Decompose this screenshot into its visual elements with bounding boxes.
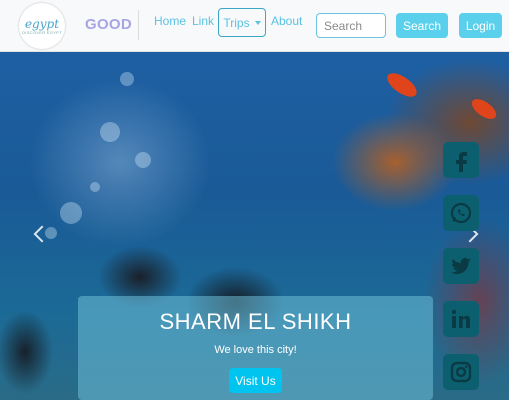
caret-down-icon	[254, 20, 261, 25]
hero-carousel: SHARM EL SHIKH We love this city! Visit …	[0, 52, 509, 400]
logo-text: egypt	[24, 16, 60, 31]
trips-dropdown[interactable]: Trips	[218, 8, 266, 37]
brand-divider	[138, 10, 139, 40]
nav-link-home[interactable]: Home	[154, 14, 186, 28]
search-button[interactable]: Search	[396, 13, 448, 38]
login-button[interactable]: Login	[459, 13, 502, 38]
search-input[interactable]	[316, 13, 386, 38]
brand-name[interactable]: GOOD	[85, 16, 132, 33]
whatsapp-icon[interactable]	[443, 195, 479, 231]
visit-us-button[interactable]: Visit Us	[229, 368, 282, 393]
nav-link-link[interactable]: Link	[192, 14, 214, 28]
facebook-icon[interactable]	[443, 142, 479, 178]
twitter-icon[interactable]	[443, 248, 479, 284]
bubble	[60, 202, 82, 224]
logo[interactable]: egypt DISCOVER EGYPT	[19, 3, 65, 49]
navbar: egypt DISCOVER EGYPT GOOD Home Link Trip…	[0, 0, 509, 52]
bubble	[90, 182, 100, 192]
carousel-text: We love this city!	[214, 344, 297, 356]
bubble	[120, 72, 134, 86]
fish	[383, 68, 421, 102]
fish	[468, 95, 500, 123]
carousel-caption: SHARM EL SHIKH We love this city! Visit …	[78, 296, 433, 400]
linkedin-icon[interactable]	[443, 301, 479, 337]
bubble	[135, 152, 151, 168]
instagram-icon[interactable]	[443, 354, 479, 390]
trips-dropdown-label: Trips	[223, 15, 250, 30]
carousel-title: SHARM EL SHIKH	[159, 309, 352, 334]
nav-link-about[interactable]: About	[271, 14, 302, 28]
logo-subtext: DISCOVER EGYPT	[22, 29, 62, 35]
bubble	[100, 122, 120, 142]
